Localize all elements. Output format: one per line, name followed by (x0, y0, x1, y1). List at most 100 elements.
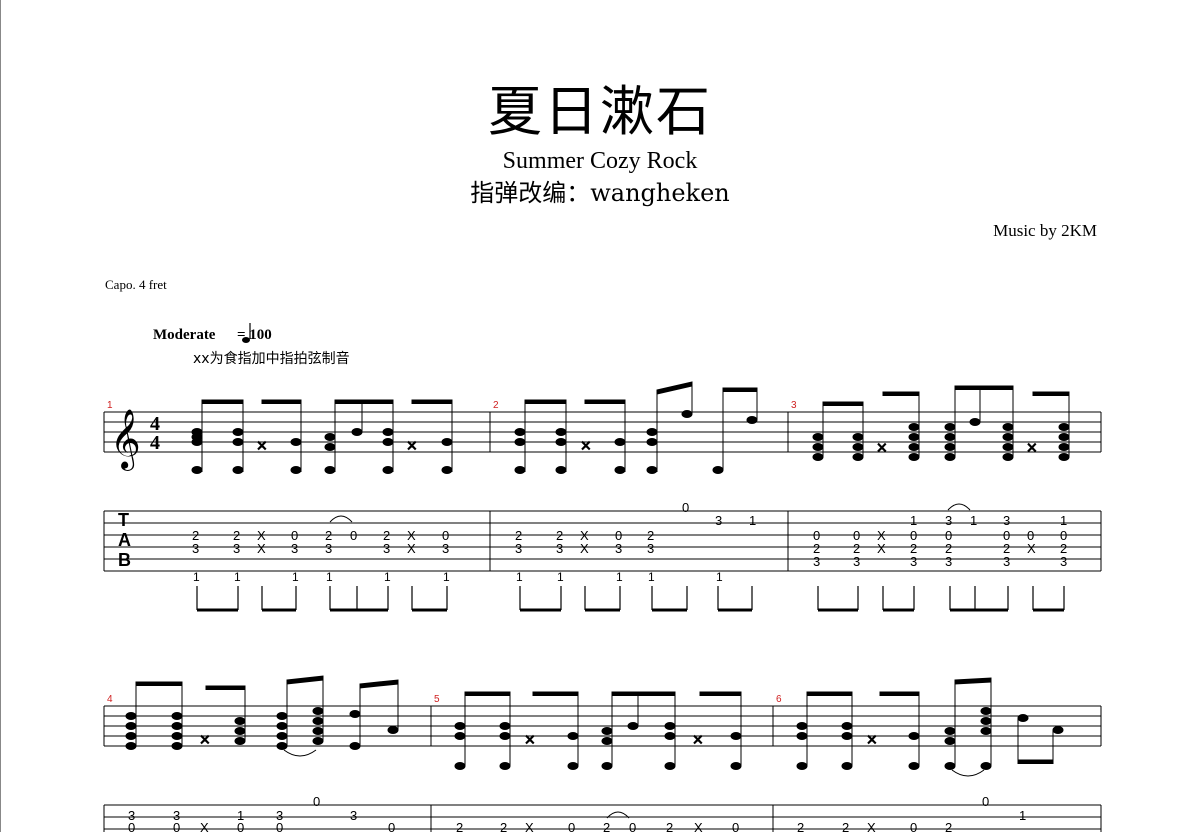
svg-text:1: 1 (193, 570, 200, 584)
svg-text:1: 1 (557, 570, 564, 584)
system-2-notes: × × × × (125, 675, 1064, 770)
svg-text:×: × (524, 732, 536, 748)
svg-text:0: 0 (982, 794, 989, 809)
svg-text:X: X (867, 820, 876, 832)
svg-text:3: 3 (910, 554, 917, 569)
svg-text:1: 1 (716, 570, 723, 584)
note-chord (944, 388, 956, 461)
svg-text:1: 1 (1019, 808, 1026, 823)
note-chord (382, 402, 394, 474)
svg-text:0: 0 (388, 820, 395, 832)
note-chord (908, 394, 920, 461)
score-canvas: 𝄞 4 4 T A B × × × × × 23 23 XX 03 23 0 2… (103, 323, 1102, 832)
svg-text:3: 3 (556, 541, 563, 556)
svg-text:1: 1 (292, 570, 299, 584)
time-signature-bottom: 4 (150, 432, 160, 454)
note-chord (349, 686, 361, 750)
note-chord (312, 678, 324, 745)
svg-text:3: 3 (442, 541, 449, 556)
svg-text:1: 1 (910, 513, 917, 528)
svg-text:1: 1 (234, 570, 241, 584)
system-1-notes: × × × × × (191, 381, 1070, 474)
svg-text:1: 1 (749, 513, 756, 528)
note-chord (601, 694, 613, 770)
note-chord (125, 684, 137, 750)
svg-text:×: × (876, 440, 888, 456)
note-chord (908, 694, 920, 770)
svg-text:3: 3 (383, 541, 390, 556)
note-chord (232, 402, 244, 474)
tab-numbers-system-2: 30 30 X 10 30 0 3 0 2 2 X 0 2 0 2 X 0 2 … (128, 794, 1026, 832)
svg-text:3: 3 (1060, 554, 1067, 569)
svg-text:3: 3 (192, 541, 199, 556)
svg-text:3: 3 (647, 541, 654, 556)
svg-text:3: 3 (945, 554, 952, 569)
svg-text:0: 0 (128, 820, 135, 832)
tie-arc (947, 503, 971, 511)
note-chord (646, 392, 658, 474)
note-chord (841, 694, 853, 770)
note-chord (1058, 394, 1070, 461)
svg-text:X: X (200, 820, 209, 832)
svg-text:0: 0 (276, 820, 283, 832)
note-chord (1002, 388, 1014, 461)
svg-text:0: 0 (682, 500, 689, 515)
svg-text:3: 3 (515, 541, 522, 556)
tie-arc (329, 515, 353, 523)
svg-text:2: 2 (797, 820, 804, 832)
note-chord (664, 694, 676, 770)
note-chord (454, 694, 466, 770)
note-chord (555, 402, 567, 474)
note-chord (171, 684, 183, 750)
note-chord (730, 694, 742, 770)
svg-text:2: 2 (666, 820, 673, 832)
svg-text:3: 3 (291, 541, 298, 556)
svg-text:2: 2 (842, 820, 849, 832)
svg-text:0: 0 (237, 820, 244, 832)
svg-text:1: 1 (384, 570, 391, 584)
svg-text:X: X (877, 541, 886, 556)
tab-clef-b: B (118, 550, 131, 570)
svg-text:X: X (525, 820, 534, 832)
svg-text:0: 0 (732, 820, 739, 832)
note-chord (614, 402, 626, 474)
tab-clef-t: T (118, 510, 129, 530)
svg-text:1: 1 (443, 570, 450, 584)
svg-text:2: 2 (945, 820, 952, 832)
svg-text:3: 3 (233, 541, 240, 556)
note-chord (441, 402, 453, 474)
tie-arc (951, 769, 985, 777)
tie-arc (283, 749, 317, 757)
note-chord (191, 402, 203, 474)
svg-text:3: 3 (945, 513, 952, 528)
note-chord (796, 694, 808, 770)
svg-text:X: X (257, 541, 266, 556)
svg-text:3: 3 (325, 541, 332, 556)
svg-text:×: × (256, 438, 268, 454)
note-chord (276, 682, 288, 750)
treble-clef-icon: 𝄞 (110, 409, 141, 471)
note-chord (499, 694, 511, 770)
svg-text:1: 1 (970, 513, 977, 528)
svg-text:×: × (1026, 440, 1038, 456)
svg-text:3: 3 (1003, 513, 1010, 528)
svg-text:X: X (580, 541, 589, 556)
svg-text:3: 3 (853, 554, 860, 569)
svg-text:×: × (580, 438, 592, 454)
svg-text:1: 1 (516, 570, 523, 584)
svg-text:×: × (406, 438, 418, 454)
svg-text:×: × (199, 732, 211, 748)
note-chord (567, 694, 579, 770)
svg-text:2: 2 (603, 820, 610, 832)
quarter-note-head (242, 337, 250, 343)
note-chord (514, 402, 526, 474)
note-chord (980, 680, 992, 770)
svg-text:X: X (1027, 541, 1036, 556)
svg-text:X: X (694, 820, 703, 832)
svg-text:3: 3 (813, 554, 820, 569)
svg-text:3: 3 (350, 808, 357, 823)
svg-text:×: × (866, 732, 878, 748)
tab-clef-a: A (118, 530, 131, 550)
svg-text:2: 2 (456, 820, 463, 832)
svg-text:1: 1 (1060, 513, 1067, 528)
